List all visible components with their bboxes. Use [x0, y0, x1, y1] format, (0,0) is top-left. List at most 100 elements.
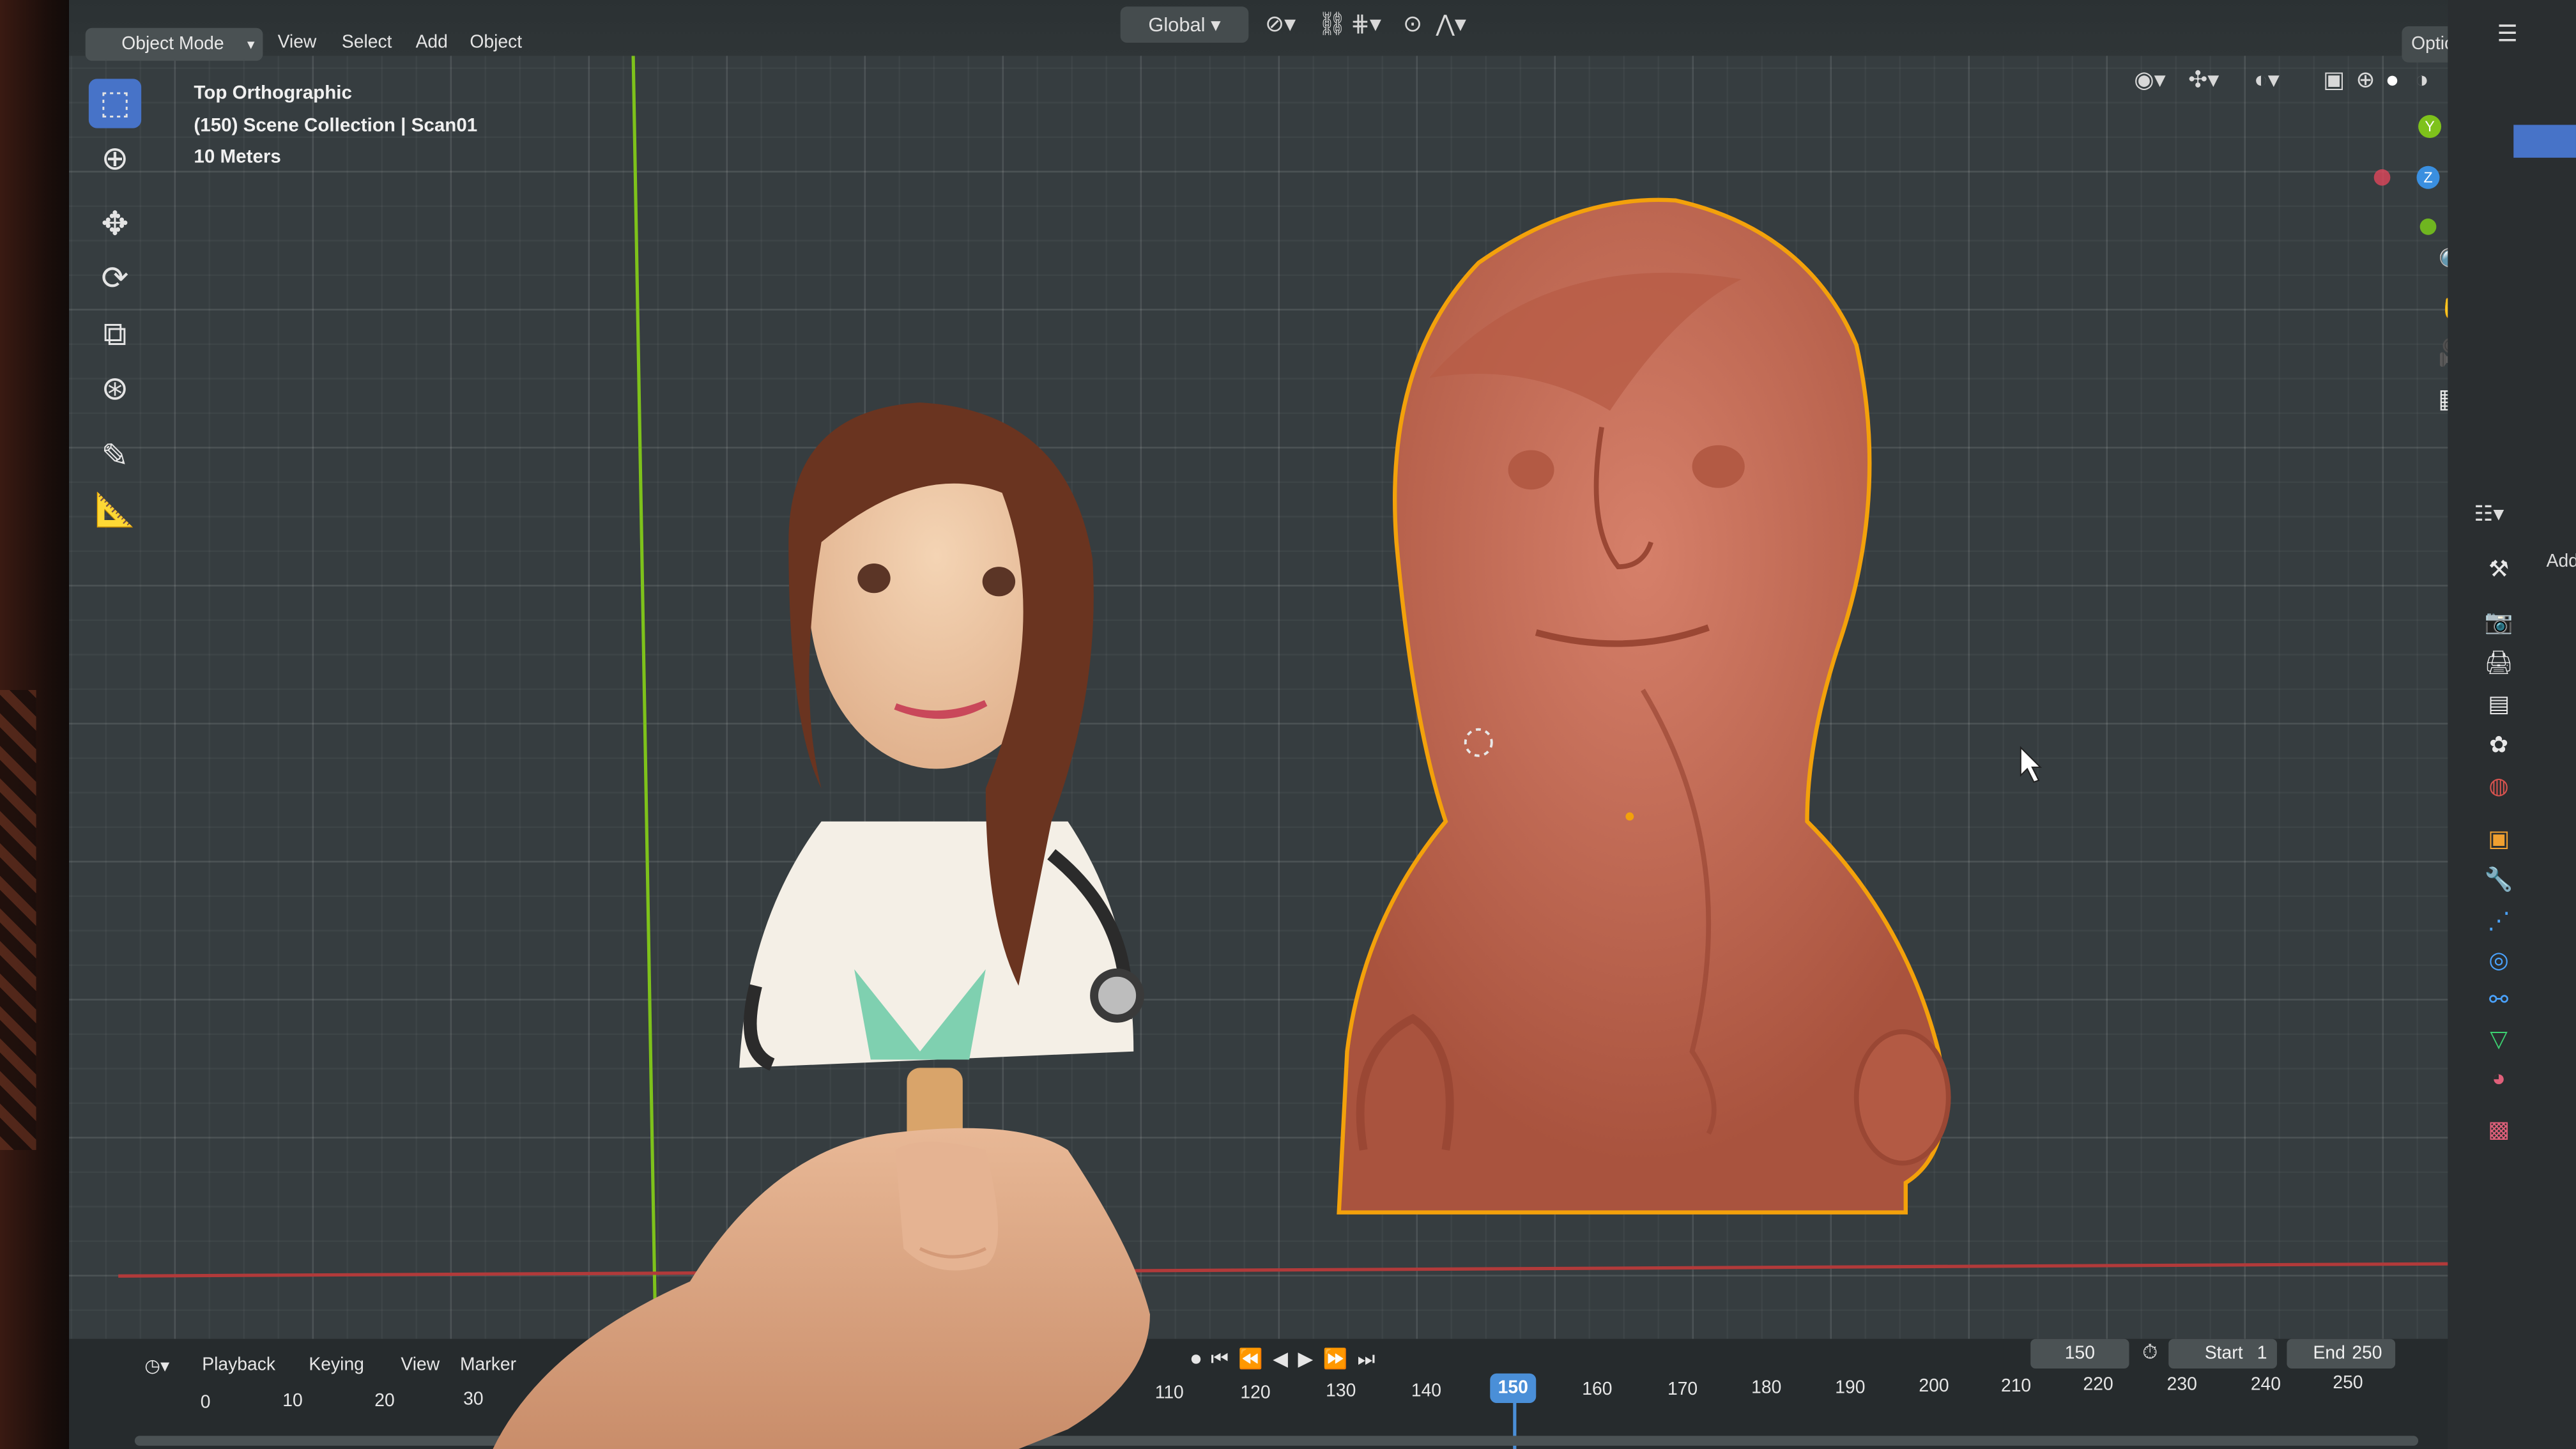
material-tab-icon[interactable]: ◕ — [2481, 1061, 2517, 1094]
z-axis-label: Z — [2423, 169, 2433, 186]
blender-screen: Object Mode ▾ View Select Add Object Glo… — [68, 0, 2576, 1449]
options-dropdown[interactable]: Options ▾ — [2402, 26, 2448, 63]
menu-marker[interactable]: Marker — [460, 1355, 516, 1375]
jump-end-icon[interactable]: ⏭ — [1357, 1347, 1384, 1370]
timeline-scrollbar[interactable] — [134, 1436, 2419, 1446]
wireframe-shading-icon[interactable]: ⊕ — [2356, 66, 2375, 94]
overlays-icon[interactable]: ◐▾ — [2254, 66, 2280, 94]
solid-shading-icon[interactable]: ● — [2386, 66, 2400, 92]
z-axis-handle[interactable]: Z — [2416, 165, 2440, 189]
current-frame-field[interactable]: 150 — [2030, 1338, 2129, 1368]
cursor-tool-icon[interactable]: ⊕ — [89, 135, 141, 184]
visibility-icon[interactable]: ◉▾ — [2134, 66, 2165, 94]
play-icon[interactable]: ▶ — [1298, 1347, 1322, 1370]
frame-number: 210 — [2000, 1376, 2032, 1397]
material-shading-icon[interactable]: ◑ — [2415, 66, 2429, 92]
outliner-editor-icon[interactable]: ☰ — [2497, 20, 2518, 48]
frame-number: 100 — [1068, 1384, 1098, 1405]
frame-number: 110 — [1154, 1383, 1184, 1403]
object-mode-dropdown[interactable]: Object Mode ▾ — [85, 27, 263, 61]
gizmo-toggle-icon[interactable]: ✣▾ — [2188, 66, 2219, 94]
select-box-tool-icon[interactable]: ⬚ — [88, 79, 142, 128]
jump-start-icon[interactable]: ⏮ — [1211, 1347, 1238, 1370]
background-pattern — [0, 689, 36, 1150]
snap-icon[interactable]: ⛓ — [1317, 10, 1347, 38]
transform-tool-icon[interactable]: ⊛ — [89, 365, 141, 414]
play-reverse-icon[interactable]: ◀ — [1273, 1347, 1298, 1370]
view-name: Top Orthographic — [194, 84, 352, 103]
scale-tool-icon[interactable]: ⧉ — [89, 310, 141, 360]
data-tab-icon[interactable]: ▽ — [2481, 1022, 2517, 1054]
frame-number: 180 — [1751, 1378, 1782, 1399]
viewport-header: Object Mode ▾ View Select Add Object Glo… — [68, 0, 2448, 63]
viewport-info: Top Orthographic (150) Scene Collection … — [194, 79, 477, 174]
frame-number: 230 — [2166, 1375, 2197, 1395]
stopwatch-icon[interactable]: ⏱ — [2142, 1340, 2158, 1365]
menu-view[interactable]: View — [278, 33, 317, 52]
next-keyframe-icon[interactable]: ⏩ — [1323, 1347, 1358, 1370]
record-icon[interactable]: ⏺ — [1191, 1347, 1211, 1370]
neg-x-handle[interactable] — [2373, 169, 2391, 186]
zoom-icon[interactable]: 🔍 — [2438, 247, 2448, 279]
transform-orientation-dropdown[interactable]: Global ▾ — [1120, 6, 1249, 43]
camera-icon[interactable]: 🎥 — [2438, 337, 2448, 369]
outliner-selected-row[interactable] — [2513, 125, 2576, 158]
perspective-grid-icon[interactable]: ▦ — [2438, 383, 2448, 415]
proportional-editing-icon[interactable]: ⊙ — [1403, 10, 1422, 38]
snap-increment-icon[interactable]: ⋕▾ — [1351, 10, 1381, 38]
frame-number: 240 — [2250, 1375, 2281, 1395]
prev-keyframe-icon[interactable]: ⏪ — [1238, 1347, 1273, 1370]
annotate-tool-icon[interactable]: ✎ — [89, 432, 141, 481]
y-axis-label: Y — [2425, 118, 2435, 135]
add-modifier-label[interactable]: Add — [2547, 552, 2576, 572]
frame-number: 220 — [2083, 1375, 2113, 1395]
constraints-tab-icon[interactable]: ⚯ — [2481, 983, 2517, 1015]
frame-number: 250 — [2333, 1373, 2363, 1393]
neg-y-handle[interactable] — [2419, 218, 2437, 235]
start-frame-field[interactable]: Start 1 — [2168, 1338, 2277, 1368]
view-layer-tab-icon[interactable]: ▤ — [2481, 687, 2517, 719]
timeline-editor-type-icon[interactable]: ◷▾ — [144, 1355, 169, 1377]
frame-number: 200 — [1919, 1376, 1949, 1397]
chevron-down-icon: ▾ — [247, 36, 255, 53]
move-tool-icon[interactable]: ✥ — [89, 201, 141, 250]
menu-playback[interactable]: Playback — [202, 1355, 275, 1375]
frame-number: 140 — [1411, 1381, 1442, 1402]
output-tab-icon[interactable]: 🖨 — [2481, 646, 2517, 678]
object-tab-icon[interactable]: ▣ — [2481, 822, 2517, 854]
measure-tool-icon[interactable]: 📐 — [89, 486, 141, 535]
playback-controls: ⏺⏮⏪◀▶⏩⏭ — [1191, 1347, 1384, 1372]
particles-tab-icon[interactable]: ⋰ — [2481, 903, 2517, 936]
falloff-icon[interactable]: ⋀▾ — [1436, 10, 1466, 38]
y-axis-handle[interactable]: Y — [2418, 114, 2442, 138]
3d-viewport[interactable]: Object Mode ▾ View Select Add Object Glo… — [68, 0, 2448, 1339]
frame-number: 90 — [985, 1384, 1006, 1405]
transform-orientation-label: Global — [1148, 13, 1206, 36]
texture-tab-icon[interactable]: ▩ — [2481, 1112, 2517, 1145]
frame-number: 10 — [282, 1391, 303, 1411]
modifier-tab-icon[interactable]: 🔧 — [2481, 862, 2517, 895]
physics-tab-icon[interactable]: ◎ — [2481, 943, 2517, 976]
end-label: End — [2313, 1344, 2345, 1364]
menu-add[interactable]: Add — [416, 33, 448, 52]
current-frame-indicator[interactable]: 150 — [1490, 1373, 1537, 1403]
properties-editor-type-icon[interactable]: ☷▾ — [2474, 501, 2504, 527]
xray-icon[interactable]: ▣ — [2323, 66, 2345, 94]
end-frame-field[interactable]: End 250 — [2287, 1338, 2396, 1368]
render-tab-icon[interactable]: 📷 — [2481, 604, 2517, 637]
rotate-tool-icon[interactable]: ⟳ — [89, 255, 141, 304]
timeline-editor: ◷▾ Playback Keying View Marker ⏺⏮⏪◀▶⏩⏭ 1… — [68, 1338, 2448, 1449]
menu-object[interactable]: Object — [470, 33, 522, 52]
frame-number: 190 — [1835, 1378, 1866, 1399]
photo-stage: Object Mode ▾ View Select Add Object Glo… — [0, 0, 2576, 1449]
pivot-point-icon[interactable]: ⊘▾ — [1265, 10, 1296, 38]
menu-keying[interactable]: Keying — [309, 1355, 364, 1375]
scene-tab-icon[interactable]: ✿ — [2481, 728, 2517, 760]
menu-select[interactable]: Select — [342, 33, 392, 52]
menu-timeline-view[interactable]: View — [401, 1355, 440, 1375]
frame-number: 20 — [374, 1391, 395, 1411]
world-tab-icon[interactable]: ◍ — [2481, 769, 2517, 801]
collection-line: (150) Scene Collection | Scan01 — [194, 116, 478, 136]
pan-hand-icon[interactable]: ✋ — [2438, 291, 2448, 323]
tool-tab-icon[interactable]: ⚒ — [2481, 552, 2517, 585]
